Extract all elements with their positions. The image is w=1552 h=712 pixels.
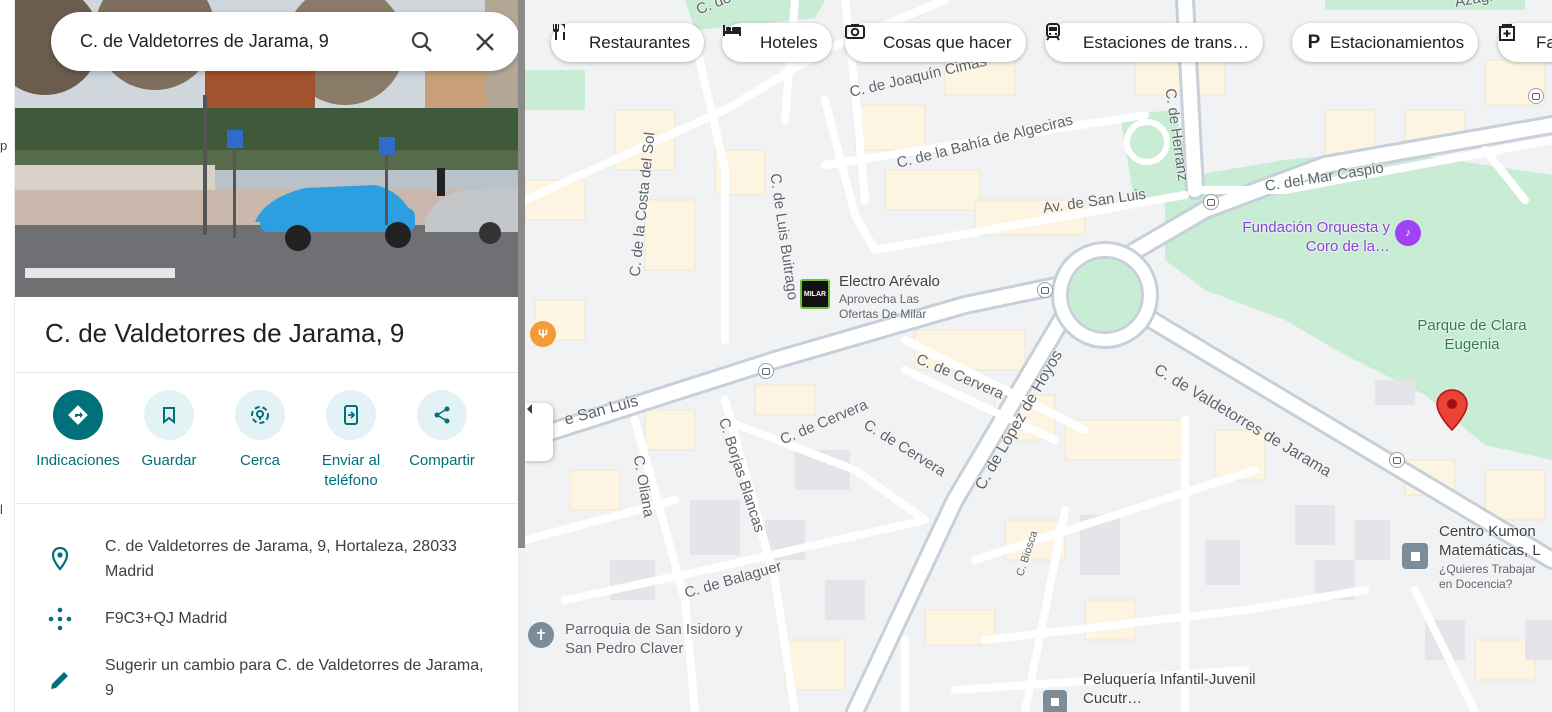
church-poi-icon[interactable]: ✝ xyxy=(528,622,554,648)
left-rail: p l xyxy=(0,0,15,712)
address-text: C. de Valdetorres de Jarama, 9, Hortalez… xyxy=(105,538,457,580)
poi-electro-arevalo-name[interactable]: Electro Arévalo xyxy=(839,272,940,291)
chevron-left-icon xyxy=(527,404,532,414)
search-icon xyxy=(411,31,432,52)
divider xyxy=(15,503,518,504)
action-label: Enviar al teléfono xyxy=(321,452,381,489)
poi-parque-name[interactable]: Parque de Clara Eugenia xyxy=(1417,316,1527,354)
search-input[interactable] xyxy=(80,31,400,52)
parking-icon: P xyxy=(1307,31,1321,53)
fundacion-poi-icon[interactable]: ♪ xyxy=(1395,220,1421,246)
suggest-edit-text: Sugerir un cambio para C. de Valdetorres… xyxy=(105,657,484,699)
poi-kumon-sub: ¿Quieres Trabajar en Docencia? xyxy=(1439,562,1536,591)
chip-parking[interactable]: P Estacionamientos xyxy=(1292,23,1479,62)
peluqueria-poi-icon[interactable] xyxy=(1043,690,1067,712)
place-title: C. de Valdetorres de Jarama, 9 xyxy=(45,318,405,348)
bus-stop-icon[interactable] xyxy=(1389,452,1405,468)
directions-button[interactable]: Indicaciones xyxy=(33,390,123,471)
nearby-icon xyxy=(235,390,285,440)
search-box[interactable] xyxy=(51,12,518,71)
bookmark-icon xyxy=(144,390,194,440)
place-panel: C. de Valdetorres de Jarama, 9 Indicacio… xyxy=(15,0,518,712)
poi-fundacion-name[interactable]: Fundación Orquesta y Coro de la… xyxy=(1230,218,1390,256)
selected-location-pin-icon[interactable] xyxy=(1435,388,1469,432)
restaurant-icon xyxy=(553,24,583,53)
bus-stop-icon[interactable] xyxy=(758,363,774,379)
rail-text-fragment: l xyxy=(0,502,3,517)
plus-code-text: F9C3+QJ Madrid xyxy=(105,610,228,627)
action-label: Guardar xyxy=(141,452,197,469)
nearby-button[interactable]: Cerca xyxy=(215,390,305,471)
action-label: Compartir xyxy=(409,452,475,469)
save-button[interactable]: Guardar xyxy=(124,390,214,471)
bus-stop-icon[interactable] xyxy=(1528,88,1544,104)
clear-search-button[interactable] xyxy=(470,27,500,57)
chip-label: Estacionamientos xyxy=(1330,32,1465,52)
search-button[interactable] xyxy=(407,27,437,57)
pencil-icon xyxy=(45,665,75,695)
chip-label: Cosas que hacer xyxy=(883,32,1012,52)
chip-label: Hoteles xyxy=(760,32,818,52)
camera-icon xyxy=(845,24,877,53)
scrollbar-thumb[interactable] xyxy=(518,0,525,548)
poi-kumon-name[interactable]: Centro Kumon Matemáticas, L xyxy=(1439,522,1552,560)
chip-restaurants[interactable]: Restaurantes xyxy=(551,23,705,62)
action-bar: Indicaciones Guardar Cerca Enviar al tel… xyxy=(30,390,490,490)
rail-text-fragment: p xyxy=(0,138,8,153)
chip-label: Fa xyxy=(1536,32,1552,52)
chip-things-to-do[interactable]: Cosas que hacer xyxy=(845,23,1026,62)
send-to-phone-icon xyxy=(326,390,376,440)
chip-transit[interactable]: Estaciones de trans… xyxy=(1045,23,1264,62)
chip-label: Estaciones de trans… xyxy=(1083,32,1250,52)
collapse-panel-button[interactable] xyxy=(525,403,553,461)
send-to-phone-button[interactable]: Enviar al teléfono xyxy=(306,390,396,491)
directions-icon xyxy=(53,390,103,440)
divider xyxy=(15,372,518,373)
share-icon xyxy=(417,390,467,440)
pharmacy-icon xyxy=(1499,24,1530,53)
bus-stop-icon[interactable] xyxy=(1203,194,1219,210)
action-label: Cerca xyxy=(239,452,280,469)
milar-logo-icon[interactable]: MILAR xyxy=(800,279,830,309)
map-canvas[interactable]: C. de la Virgen del C Azagra C. de Joaqu… xyxy=(525,0,1552,712)
action-label: Indicaciones xyxy=(36,452,120,469)
close-icon xyxy=(476,33,494,51)
share-button[interactable]: Compartir xyxy=(397,390,487,471)
transit-icon xyxy=(1046,23,1077,53)
chip-label: Restaurantes xyxy=(589,32,691,52)
chip-hotels[interactable]: Hoteles xyxy=(722,23,832,62)
plus-code-icon xyxy=(45,604,75,634)
kumon-poi-icon[interactable] xyxy=(1402,543,1428,569)
poi-parroquia-name[interactable]: Parroquia de San Isidoro y San Pedro Cla… xyxy=(565,620,765,658)
restaurant-poi-icon[interactable]: Ψ xyxy=(530,321,556,347)
location-pin-icon xyxy=(45,544,75,574)
poi-peluqueria-name[interactable]: Peluquería Infantil-Juvenil Cucutr… xyxy=(1083,670,1273,708)
panel-scrollbar[interactable] xyxy=(518,0,525,712)
bus-stop-icon[interactable] xyxy=(1037,282,1053,298)
poi-electro-arevalo-sub: Aprovecha Las Ofertas De Milar xyxy=(839,292,927,321)
chip-pharmacy[interactable]: Fa xyxy=(1498,23,1552,62)
map-base xyxy=(525,0,1552,712)
hotel-icon xyxy=(723,25,754,53)
